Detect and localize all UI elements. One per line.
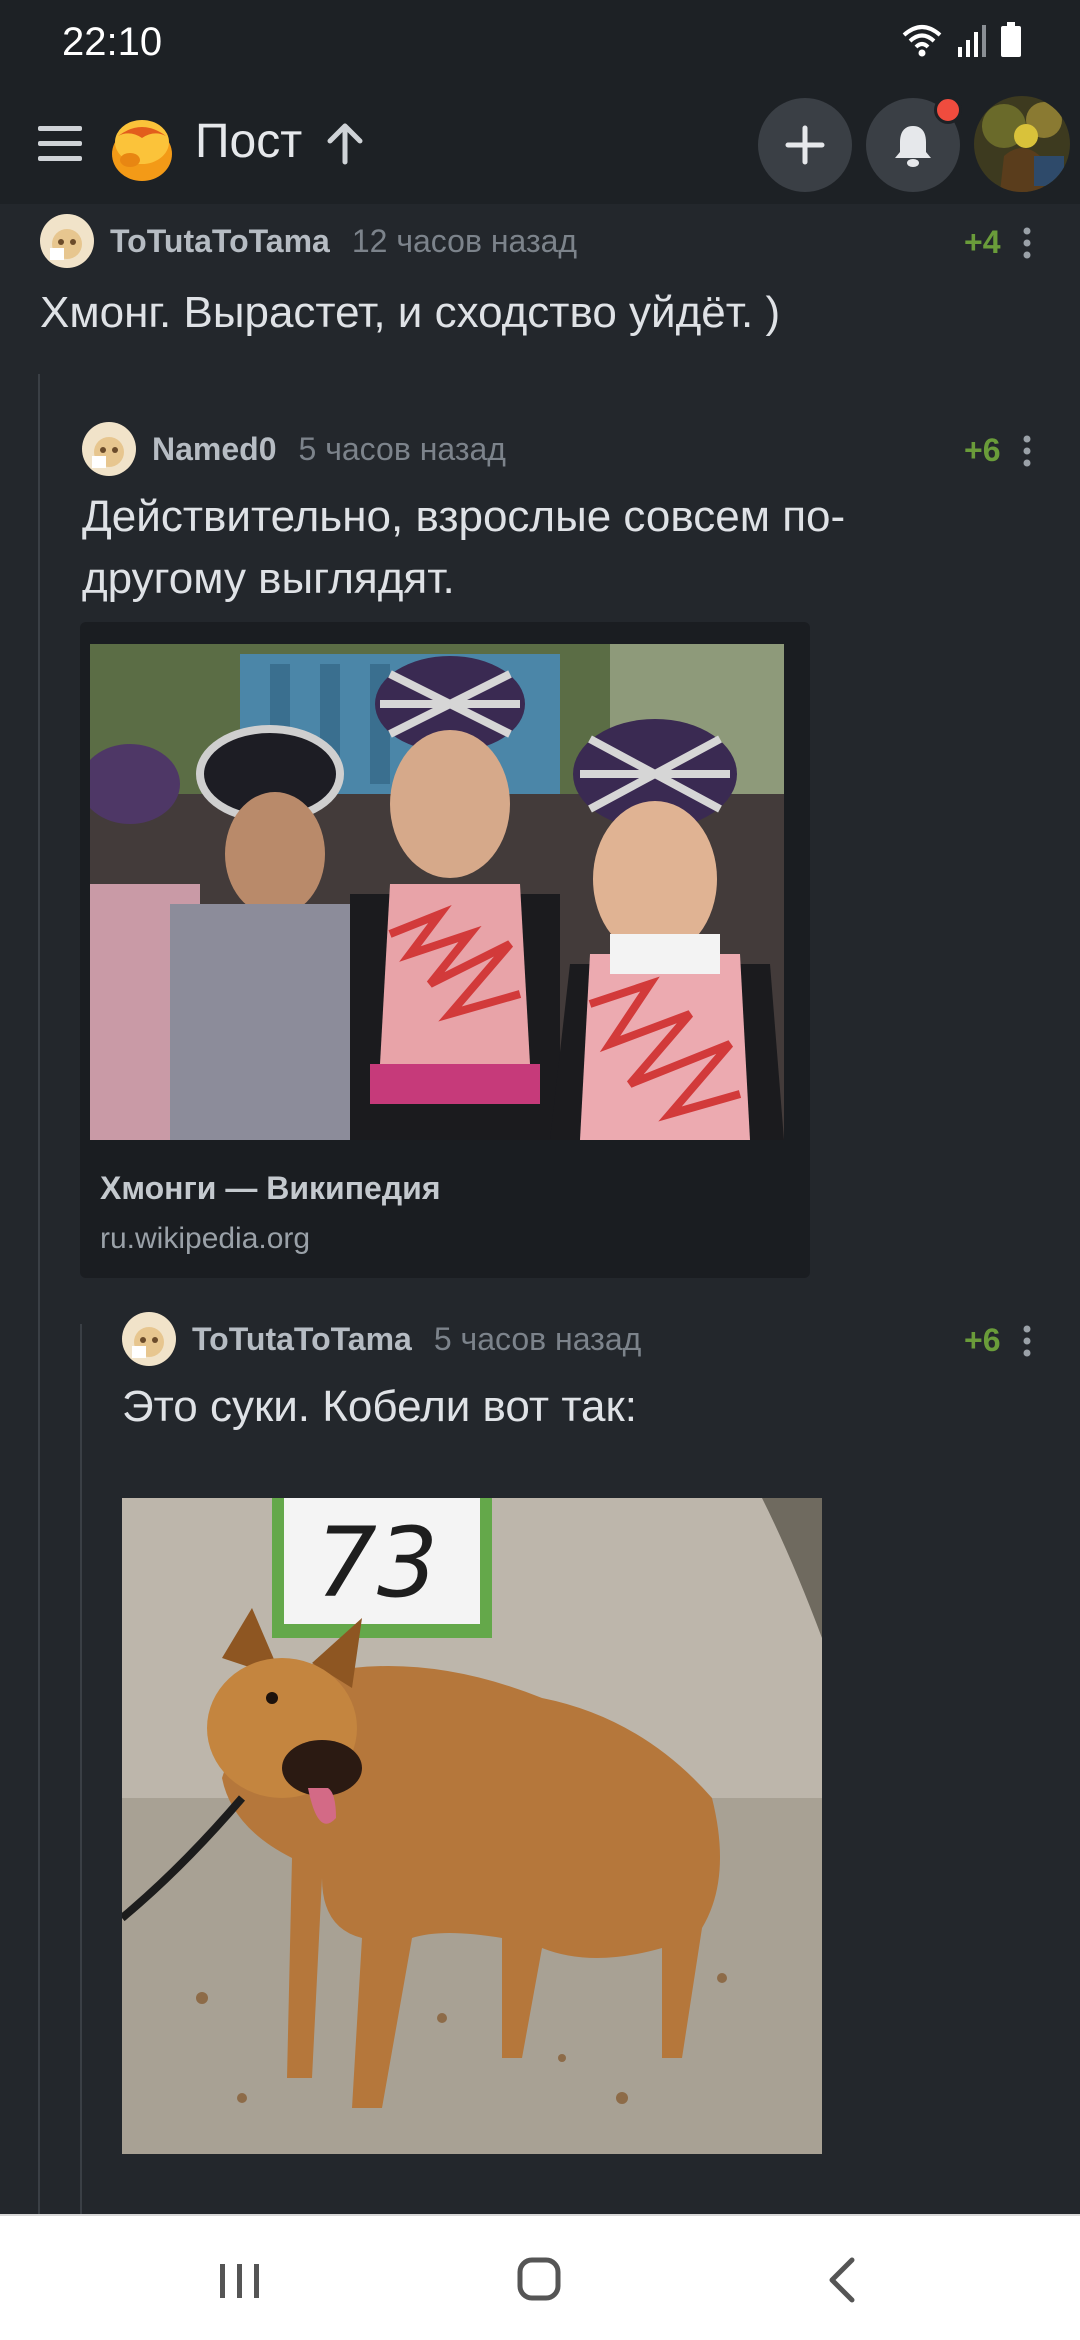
comment-username[interactable]: Named0 <box>152 431 277 468</box>
plus-icon <box>785 125 825 165</box>
comment-header: Named0 5 часов назад <box>82 422 506 476</box>
bell-icon <box>895 126 931 167</box>
link-domain: ru.wikipedia.org <box>100 1222 311 1255</box>
comment-text: Это суки. Кобели вот так: <box>122 1382 637 1431</box>
comment-text: Хмонг. Вырастет, и сходство уйдёт. ) <box>40 288 781 337</box>
notification-badge <box>934 96 962 124</box>
comment-image[interactable]: 73 <box>122 1498 822 2154</box>
avatar[interactable] <box>122 1312 176 1366</box>
comment-time: 12 часов назад <box>351 222 578 259</box>
more-icon[interactable] <box>1022 1324 1032 1358</box>
comment-text-line: Действительно, взрослые совсем по- <box>82 492 846 541</box>
more-icon[interactable] <box>1022 226 1032 260</box>
link-preview-card[interactable]: Хмонги — Википедия ru.wikipedia.org <box>80 622 810 1278</box>
status-bar: 22:10 <box>0 0 1080 86</box>
comment-header: ToTutaToTama 5 часов назад <box>122 1312 641 1366</box>
recent-apps-icon[interactable] <box>210 2252 270 2308</box>
status-icons <box>902 22 1022 58</box>
comment-username[interactable]: ToTutaToTama <box>110 223 330 260</box>
arrow-up-icon[interactable] <box>326 122 364 166</box>
system-navigation-bar <box>0 2214 1080 2340</box>
comment-rating: +4 <box>964 224 1001 260</box>
app-header: Пост <box>0 86 1080 204</box>
avatar[interactable] <box>82 422 136 476</box>
comment-text: Действительно, взрослые совсем по- друго… <box>82 486 845 610</box>
comment-rating: +6 <box>964 1322 1001 1358</box>
signal-icon <box>958 25 986 57</box>
wifi-icon <box>902 25 942 57</box>
avatar[interactable] <box>40 214 94 268</box>
comment-time: 5 часов назад <box>298 430 506 467</box>
status-time: 22:10 <box>62 20 163 64</box>
link-preview-image[interactable] <box>90 644 784 1140</box>
back-icon[interactable] <box>812 2252 872 2308</box>
add-post-button[interactable] <box>758 98 852 192</box>
more-icon[interactable] <box>1022 434 1032 468</box>
comment-header: ToTutaToTama 12 часов назад <box>40 214 577 268</box>
thread-line <box>38 374 40 2214</box>
comment-username[interactable]: ToTutaToTama <box>192 1321 412 1358</box>
comment-rating: +6 <box>964 432 1001 468</box>
comment-time: 5 часов назад <box>433 1320 642 1357</box>
comments-feed: ToTutaToTama 12 часов назад +4 Хмонг. Вы… <box>0 204 1080 2214</box>
link-title[interactable]: Хмонги — Википедия <box>100 1170 441 1207</box>
thread-line <box>80 1324 82 2214</box>
profile-avatar[interactable] <box>974 96 1070 192</box>
image-sign-number: 73 <box>316 1507 438 1619</box>
battery-icon <box>1001 22 1021 57</box>
comment-text-line: другому выглядят. <box>82 554 455 603</box>
pikabu-logo-icon[interactable] <box>104 108 180 184</box>
home-icon[interactable] <box>510 2252 570 2308</box>
menu-icon[interactable] <box>36 122 84 166</box>
page-title: Пост <box>195 115 303 168</box>
